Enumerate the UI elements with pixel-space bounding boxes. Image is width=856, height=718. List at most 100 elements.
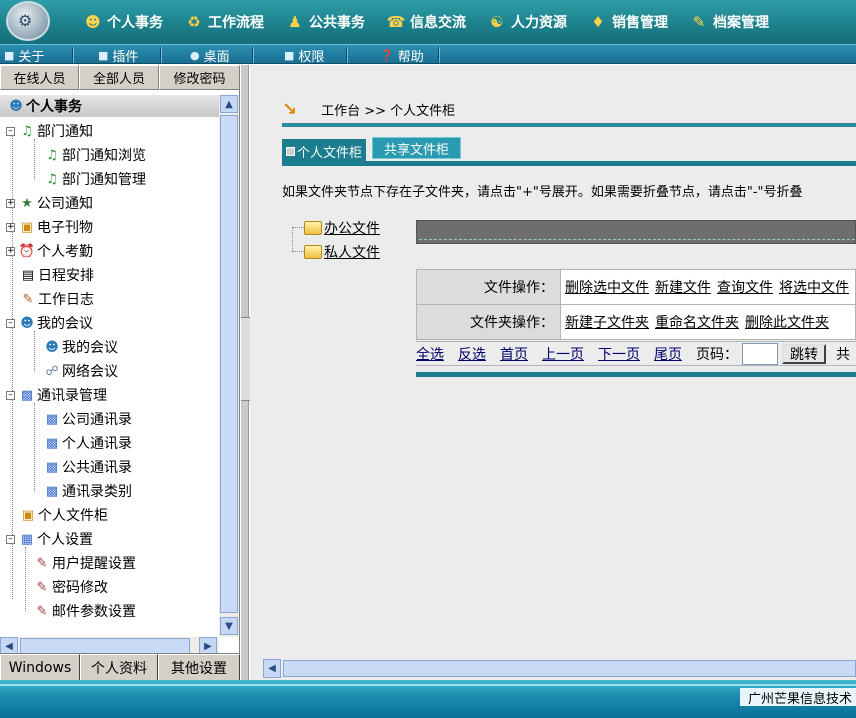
subnav-permission[interactable]: ■ 权限 [284,45,324,65]
tab-other-settings[interactable]: 其他设置 [158,654,240,681]
tree-item-attendance[interactable]: + ⏰ 个人考勤 [6,239,93,263]
move-selected-files-link[interactable]: 将选中文件 [779,280,849,296]
tree-item-reminder-settings[interactable]: ✎ 用户提醒设置 [34,551,136,575]
workflow-icon: ♻ [187,13,201,31]
new-file-link[interactable]: 新建文件 [655,280,711,296]
search-files-link[interactable]: 查询文件 [717,280,773,296]
invert-selection-link[interactable]: 反选 [458,344,486,364]
next-page-link[interactable]: 下一页 [598,344,640,364]
top-nav: ☻ 个人事务 ♻ 工作流程 ♟ 公共事务 ☎ 信息交流 ☯ 人力资源 ♦ 销售管理 ✎ 档案管… [84,0,791,44]
tree-line [34,403,35,491]
nav-personal[interactable]: ☻ 个人事务 [84,0,163,44]
tree-item-net-meeting[interactable]: ☍ 网络会议 [44,359,118,383]
breadcrumb: ↘ 工作台 >> 个人文件柜 [282,98,456,120]
tree-item-my-meeting[interactable]: ☻ 我的会议 [44,335,118,359]
expand-icon[interactable]: + [6,198,15,208]
nav-archive[interactable]: ✎ 档案管理 [690,0,769,44]
tab-online-users[interactable]: 在线人员 [0,65,79,90]
page-label: 页码： [696,346,738,363]
delete-folder-link[interactable]: 删除此文件夹 [745,315,829,331]
subnav-help[interactable]: ❓ 帮助 [380,45,424,65]
people-icon: ♟ [288,13,302,31]
hr-icon: ☯ [490,13,504,31]
tab-change-password[interactable]: 修改密码 [159,65,240,90]
tree-item-work-log[interactable]: ✎ 工作日志 [20,287,94,311]
subnav-desktop[interactable]: ● 桌面 [190,45,230,65]
delete-selected-files-link[interactable]: 删除选中文件 [565,280,649,296]
tree-header[interactable]: ☻ 个人事务 [0,95,219,117]
collapse-icon[interactable]: – [6,534,15,544]
select-all-link[interactable]: 全选 [416,344,444,364]
folder-private-files[interactable]: 私人文件 [304,241,380,263]
tab-windows[interactable]: Windows [0,654,80,681]
scroll-thumb[interactable] [220,115,238,613]
scroll-left-icon[interactable]: ◀ [263,659,281,678]
tree-item-schedule[interactable]: ▤ 日程安排 [20,263,94,287]
subnav-plugin[interactable]: ■ 插件 [98,45,138,65]
tree-item-password-change[interactable]: ✎ 密码修改 [34,575,108,599]
collapse-icon[interactable]: – [6,390,15,400]
tree-item-personal-contacts[interactable]: ▩ 个人通讯录 [44,431,132,455]
main-horizontal-scrollbar[interactable]: ◀ [263,659,856,678]
file-list-header [416,220,856,244]
scroll-down-icon[interactable]: ▼ [220,617,238,635]
company-name: 广州芒果信息技术 [739,688,856,706]
last-page-link[interactable]: 尾页 [654,344,682,364]
tree-item-company-contacts[interactable]: ▩ 公司通讯录 [44,407,132,431]
tree-item-public-contacts[interactable]: ▩ 公共通讯录 [44,455,132,479]
person-icon: ☻ [20,315,34,331]
tree-item-e-journal[interactable]: + ▣ 电子刊物 [6,215,93,239]
nav-workflow[interactable]: ♻ 工作流程 [185,0,264,44]
new-subfolder-link[interactable]: 新建子文件夹 [565,315,649,331]
tree-item-dept-notice-manage[interactable]: ♫ 部门通知管理 [44,167,146,191]
tree-item-contacts[interactable]: – ▩ 通讯录管理 [6,383,107,407]
tree-vertical-scrollbar[interactable]: ▲ ▼ [219,95,239,637]
settings-icon: ▦ [20,531,34,547]
scroll-thumb[interactable] [20,638,190,654]
divider [416,372,856,377]
scroll-up-icon[interactable]: ▲ [220,95,238,113]
archive-icon: ✎ [692,13,706,31]
divider [282,123,856,127]
tree-item-file-cabinet[interactable]: ▣ 个人文件柜 [20,503,108,527]
contacts-icon: ▩ [45,411,59,427]
expand-icon[interactable]: + [6,246,15,256]
tree-item-my-meetings[interactable]: – ☻ 我的会议 [6,311,93,335]
folder-ops-label: 文件夹操作： [416,304,561,340]
nav-public[interactable]: ♟ 公共事务 [286,0,365,44]
panel-splitter[interactable] [241,65,257,680]
divider [0,684,856,686]
tree-item-settings[interactable]: – ▦ 个人设置 [6,527,93,551]
nav-info[interactable]: ☎ 信息交流 [387,0,466,44]
tab-shared-cabinet[interactable]: 共享文件柜 [372,137,462,159]
collapse-icon[interactable]: – [6,318,15,328]
tree-item-dept-notice-browse[interactable]: ♫ 部门通知浏览 [44,143,146,167]
tab-personal-cabinet[interactable]: 个人文件柜 [282,139,367,163]
nav-hr[interactable]: ☯ 人力资源 [488,0,567,44]
tree-item-company-notice[interactable]: + ★ 公司通知 [6,191,93,215]
scroll-thumb[interactable] [283,660,856,677]
top-nav-bar: ⚙ ☻ 个人事务 ♻ 工作流程 ♟ 公共事务 ☎ 信息交流 ☯ 人力资源 ♦ 销售管理 ✎ 档… [0,0,856,44]
folder-office-files[interactable]: 办公文件 [304,217,380,239]
rename-folder-link[interactable]: 重命名文件夹 [655,315,739,331]
nav-sales[interactable]: ♦ 销售管理 [589,0,668,44]
network-icon: ☍ [45,363,59,379]
expand-icon[interactable]: + [6,222,15,232]
collapse-icon[interactable]: – [6,126,15,136]
cabinet-tabs: 个人文件柜 共享文件柜 [282,137,462,163]
subnav-about[interactable]: ■ 关于 [4,45,44,65]
first-page-link[interactable]: 首页 [500,344,528,364]
tab-profile[interactable]: 个人资料 [80,654,158,681]
prev-page-link[interactable]: 上一页 [542,344,584,364]
tree-line [25,547,26,611]
divider [282,161,856,166]
page-number-input[interactable] [742,342,778,365]
tree-item-contact-types[interactable]: ▩ 通讯录类别 [44,479,132,503]
folder-icon [304,245,322,259]
file-ops: 删除选中文件 新建文件 查询文件 将选中文件 [560,269,856,305]
jump-button[interactable]: 跳转 [782,343,826,364]
tab-all-users[interactable]: 全部人员 [79,65,159,90]
person-icon: ☻ [9,98,23,114]
tree-item-mail-settings[interactable]: ✎ 邮件参数设置 [34,599,136,623]
tree-item-dept-notice[interactable]: – ♫ 部门通知 [6,119,93,143]
